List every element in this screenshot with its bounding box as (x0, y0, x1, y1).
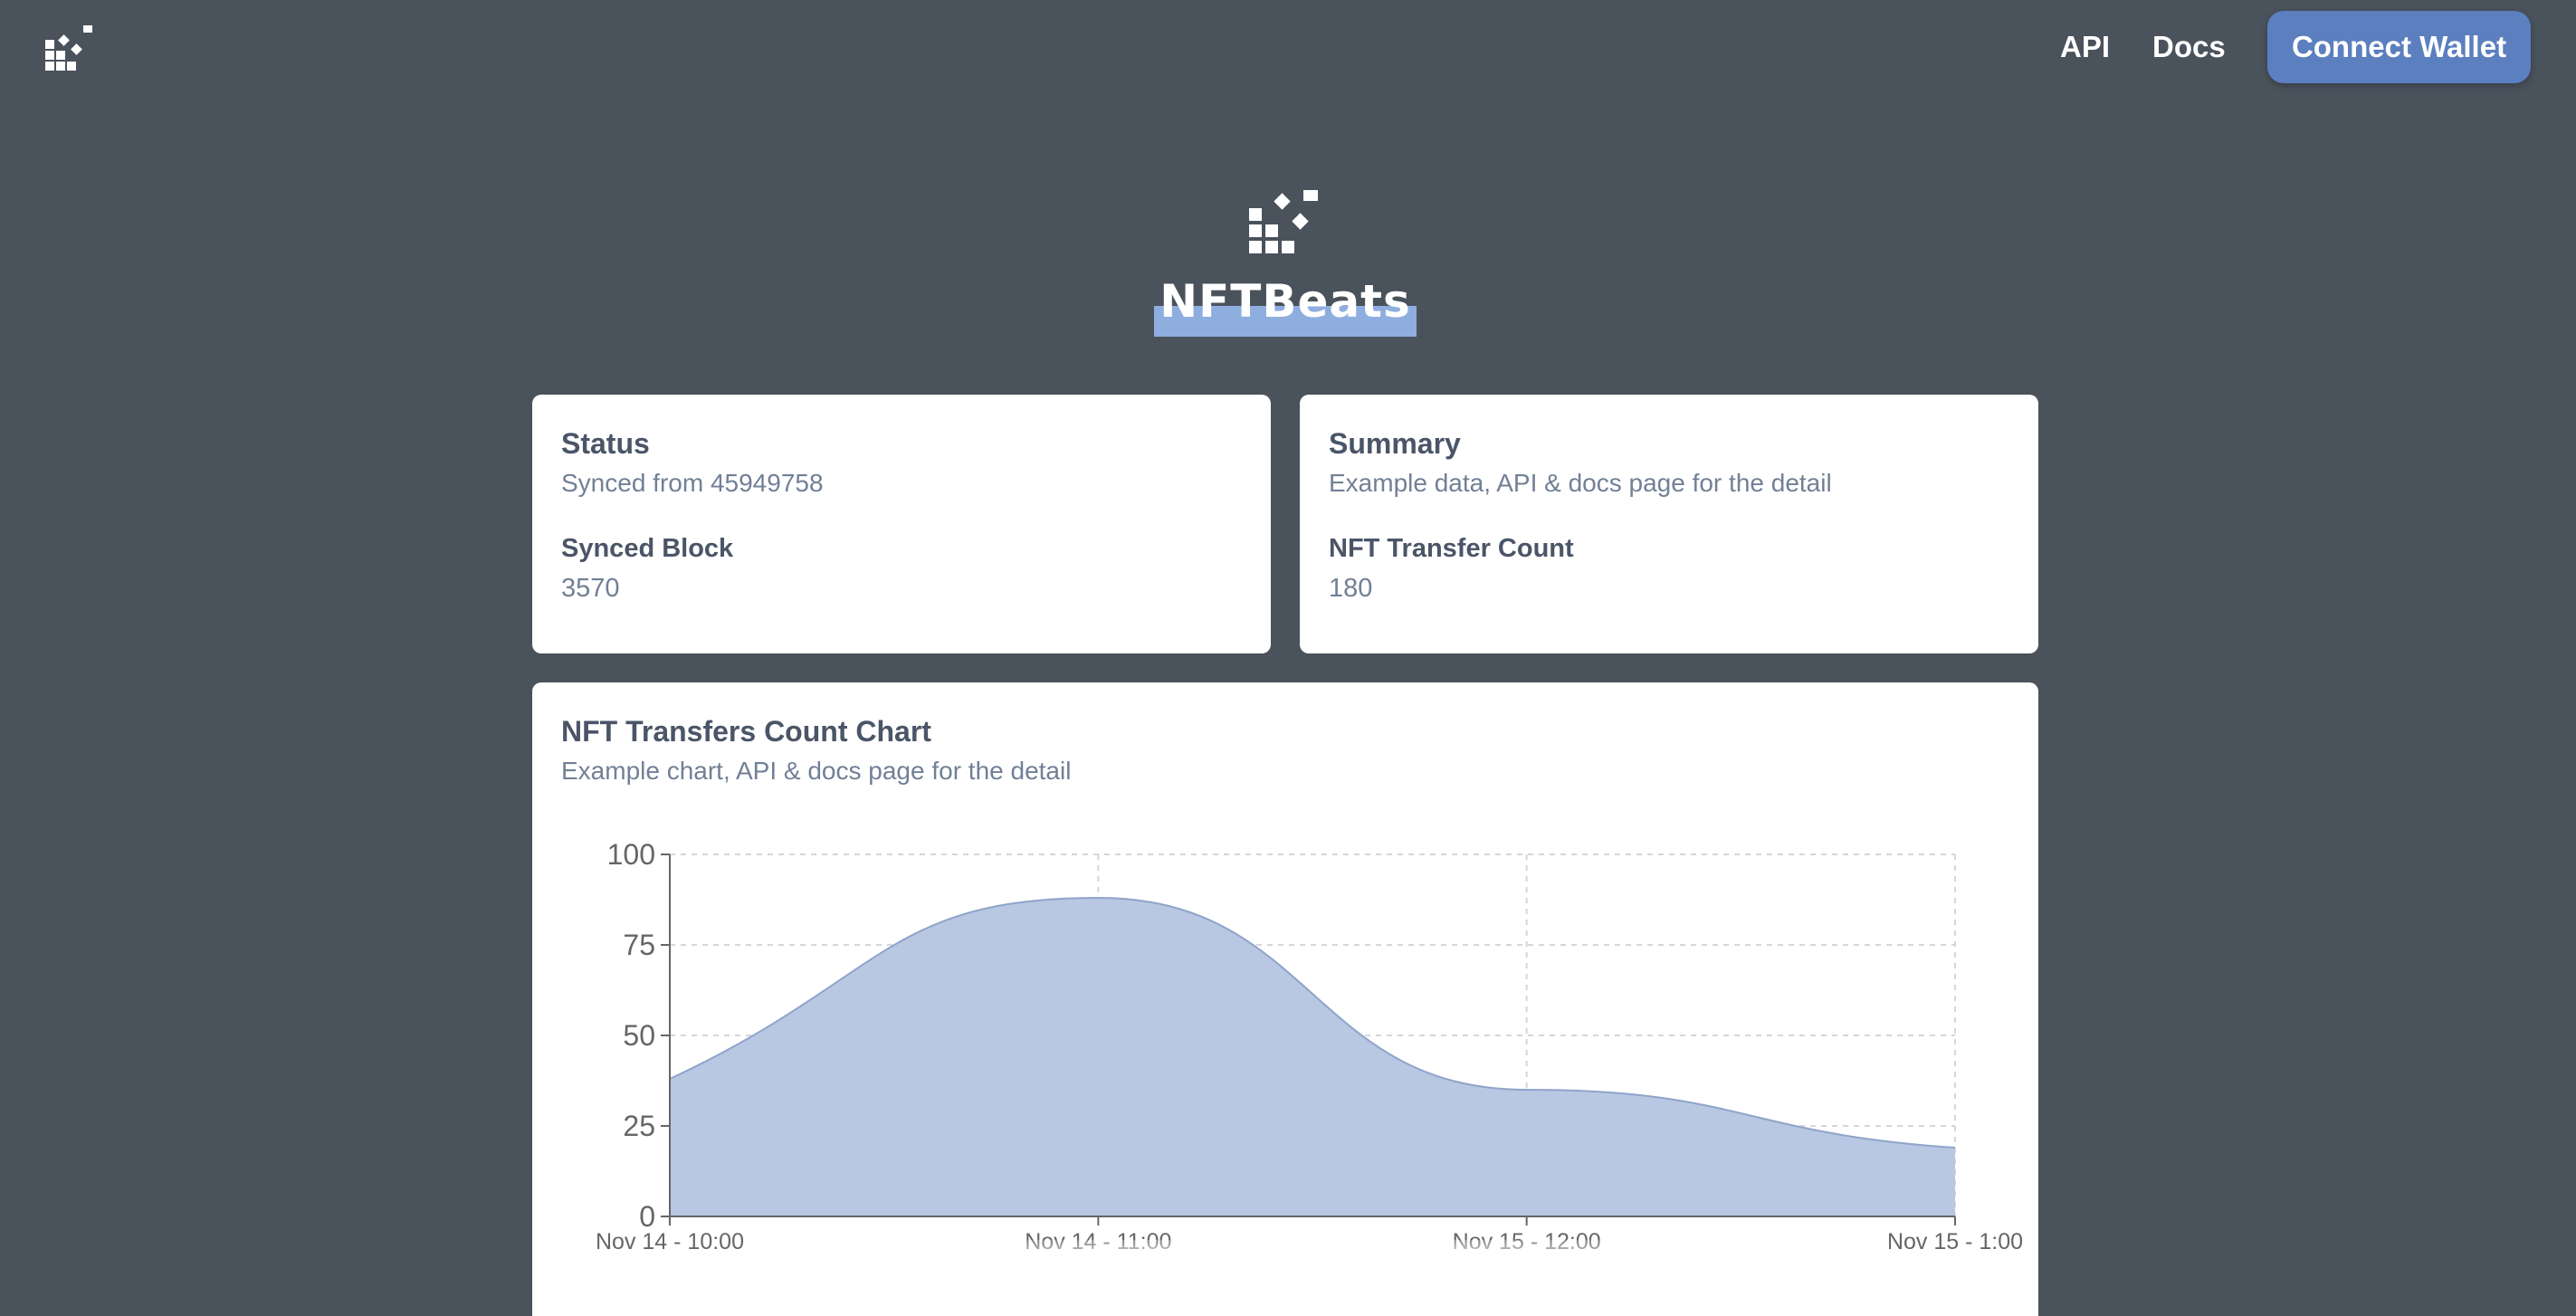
summary-card: Summary Example data, API & docs page fo… (1300, 395, 2038, 653)
synced-block-value: 3570 (561, 574, 620, 603)
chart-card: NFT Transfers Count Chart Example chart,… (532, 682, 2038, 1316)
nft-transfer-count-label: NFT Transfer Count (1329, 534, 1574, 563)
status-card-title: Status (561, 427, 650, 460)
summary-card-title: Summary (1329, 427, 1461, 460)
chart-card-subtitle: Example chart, API & docs page for the d… (561, 757, 1072, 785)
nftbeats-logo-icon (1249, 190, 1318, 253)
top-navigation-bar: API Docs Connect Wallet (0, 0, 2576, 94)
bottom-fade-decoration (815, 1240, 1810, 1276)
y-tick-label: 0 (639, 1200, 655, 1233)
chart-card-title: NFT Transfers Count Chart (561, 715, 931, 748)
x-tick-label: Nov 15 - 1:00 (1887, 1229, 2023, 1254)
status-card-subtitle: Synced from 45949758 (561, 469, 824, 497)
y-tick-label: 25 (623, 1110, 655, 1142)
nftbeats-logo-icon[interactable] (43, 22, 96, 72)
nav-link-docs[interactable]: Docs (2152, 27, 2226, 67)
nft-transfer-count-value: 180 (1329, 574, 1373, 603)
brand-name: NFTBeats (1159, 275, 1411, 328)
synced-block-label: Synced Block (561, 534, 734, 563)
y-tick-label: 100 (607, 838, 655, 871)
status-card: Status Synced from 45949758 Synced Block… (532, 395, 1271, 653)
summary-card-subtitle: Example data, API & docs page for the de… (1329, 469, 1832, 497)
nft-transfers-area-chart[interactable]: 0255075100Nov 14 - 10:00Nov 14 - 11:00No… (532, 800, 2038, 1271)
nav-link-api[interactable]: API (2060, 27, 2110, 67)
connect-wallet-button[interactable]: Connect Wallet (2267, 11, 2531, 83)
y-tick-label: 50 (623, 1019, 655, 1052)
y-tick-label: 75 (623, 929, 655, 961)
x-tick-label: Nov 14 - 10:00 (596, 1229, 744, 1254)
